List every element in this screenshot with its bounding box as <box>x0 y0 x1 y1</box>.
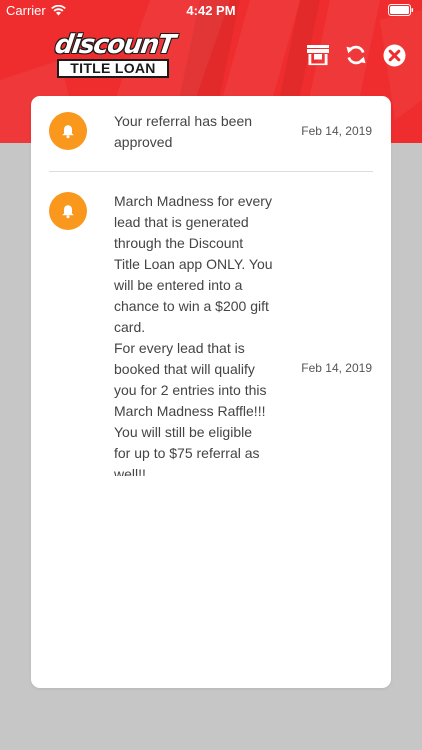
app-logo: discounT TITLE LOAN <box>52 30 183 79</box>
notification-item[interactable]: Your referral has been approved Feb 14, … <box>31 96 391 172</box>
bell-icon <box>62 124 74 138</box>
refresh-button[interactable] <box>344 43 368 67</box>
notification-date: Feb 14, 2019 <box>301 361 372 375</box>
notification-message: Your referral has been approved <box>114 113 253 150</box>
status-bar: Carrier 4:42 PM <box>0 0 422 22</box>
store-icon <box>307 45 329 66</box>
status-time: 4:42 PM <box>186 3 236 18</box>
logo-subtitle: TITLE LOAN <box>57 59 169 78</box>
close-circle-icon <box>383 44 405 66</box>
screen: Carrier 4:42 PM discounT TITLE LOAN Your… <box>0 0 422 750</box>
bell-icon <box>62 204 74 218</box>
notifications-card[interactable]: Your referral has been approved Feb 14, … <box>31 96 391 688</box>
notification-date: Feb 14, 2019 <box>301 124 372 138</box>
store-button[interactable] <box>306 43 330 67</box>
close-button[interactable] <box>382 43 406 67</box>
refresh-icon <box>346 45 366 65</box>
logo-wordmark: discounT <box>52 30 177 60</box>
notification-message: March Madness for every lead that is gen… <box>114 193 273 476</box>
header-actions <box>306 43 406 67</box>
battery-icon <box>388 4 414 19</box>
notification-badge <box>49 112 87 150</box>
notification-item[interactable]: March Madness for every lead that is gen… <box>31 172 391 476</box>
notification-badge <box>49 192 87 230</box>
